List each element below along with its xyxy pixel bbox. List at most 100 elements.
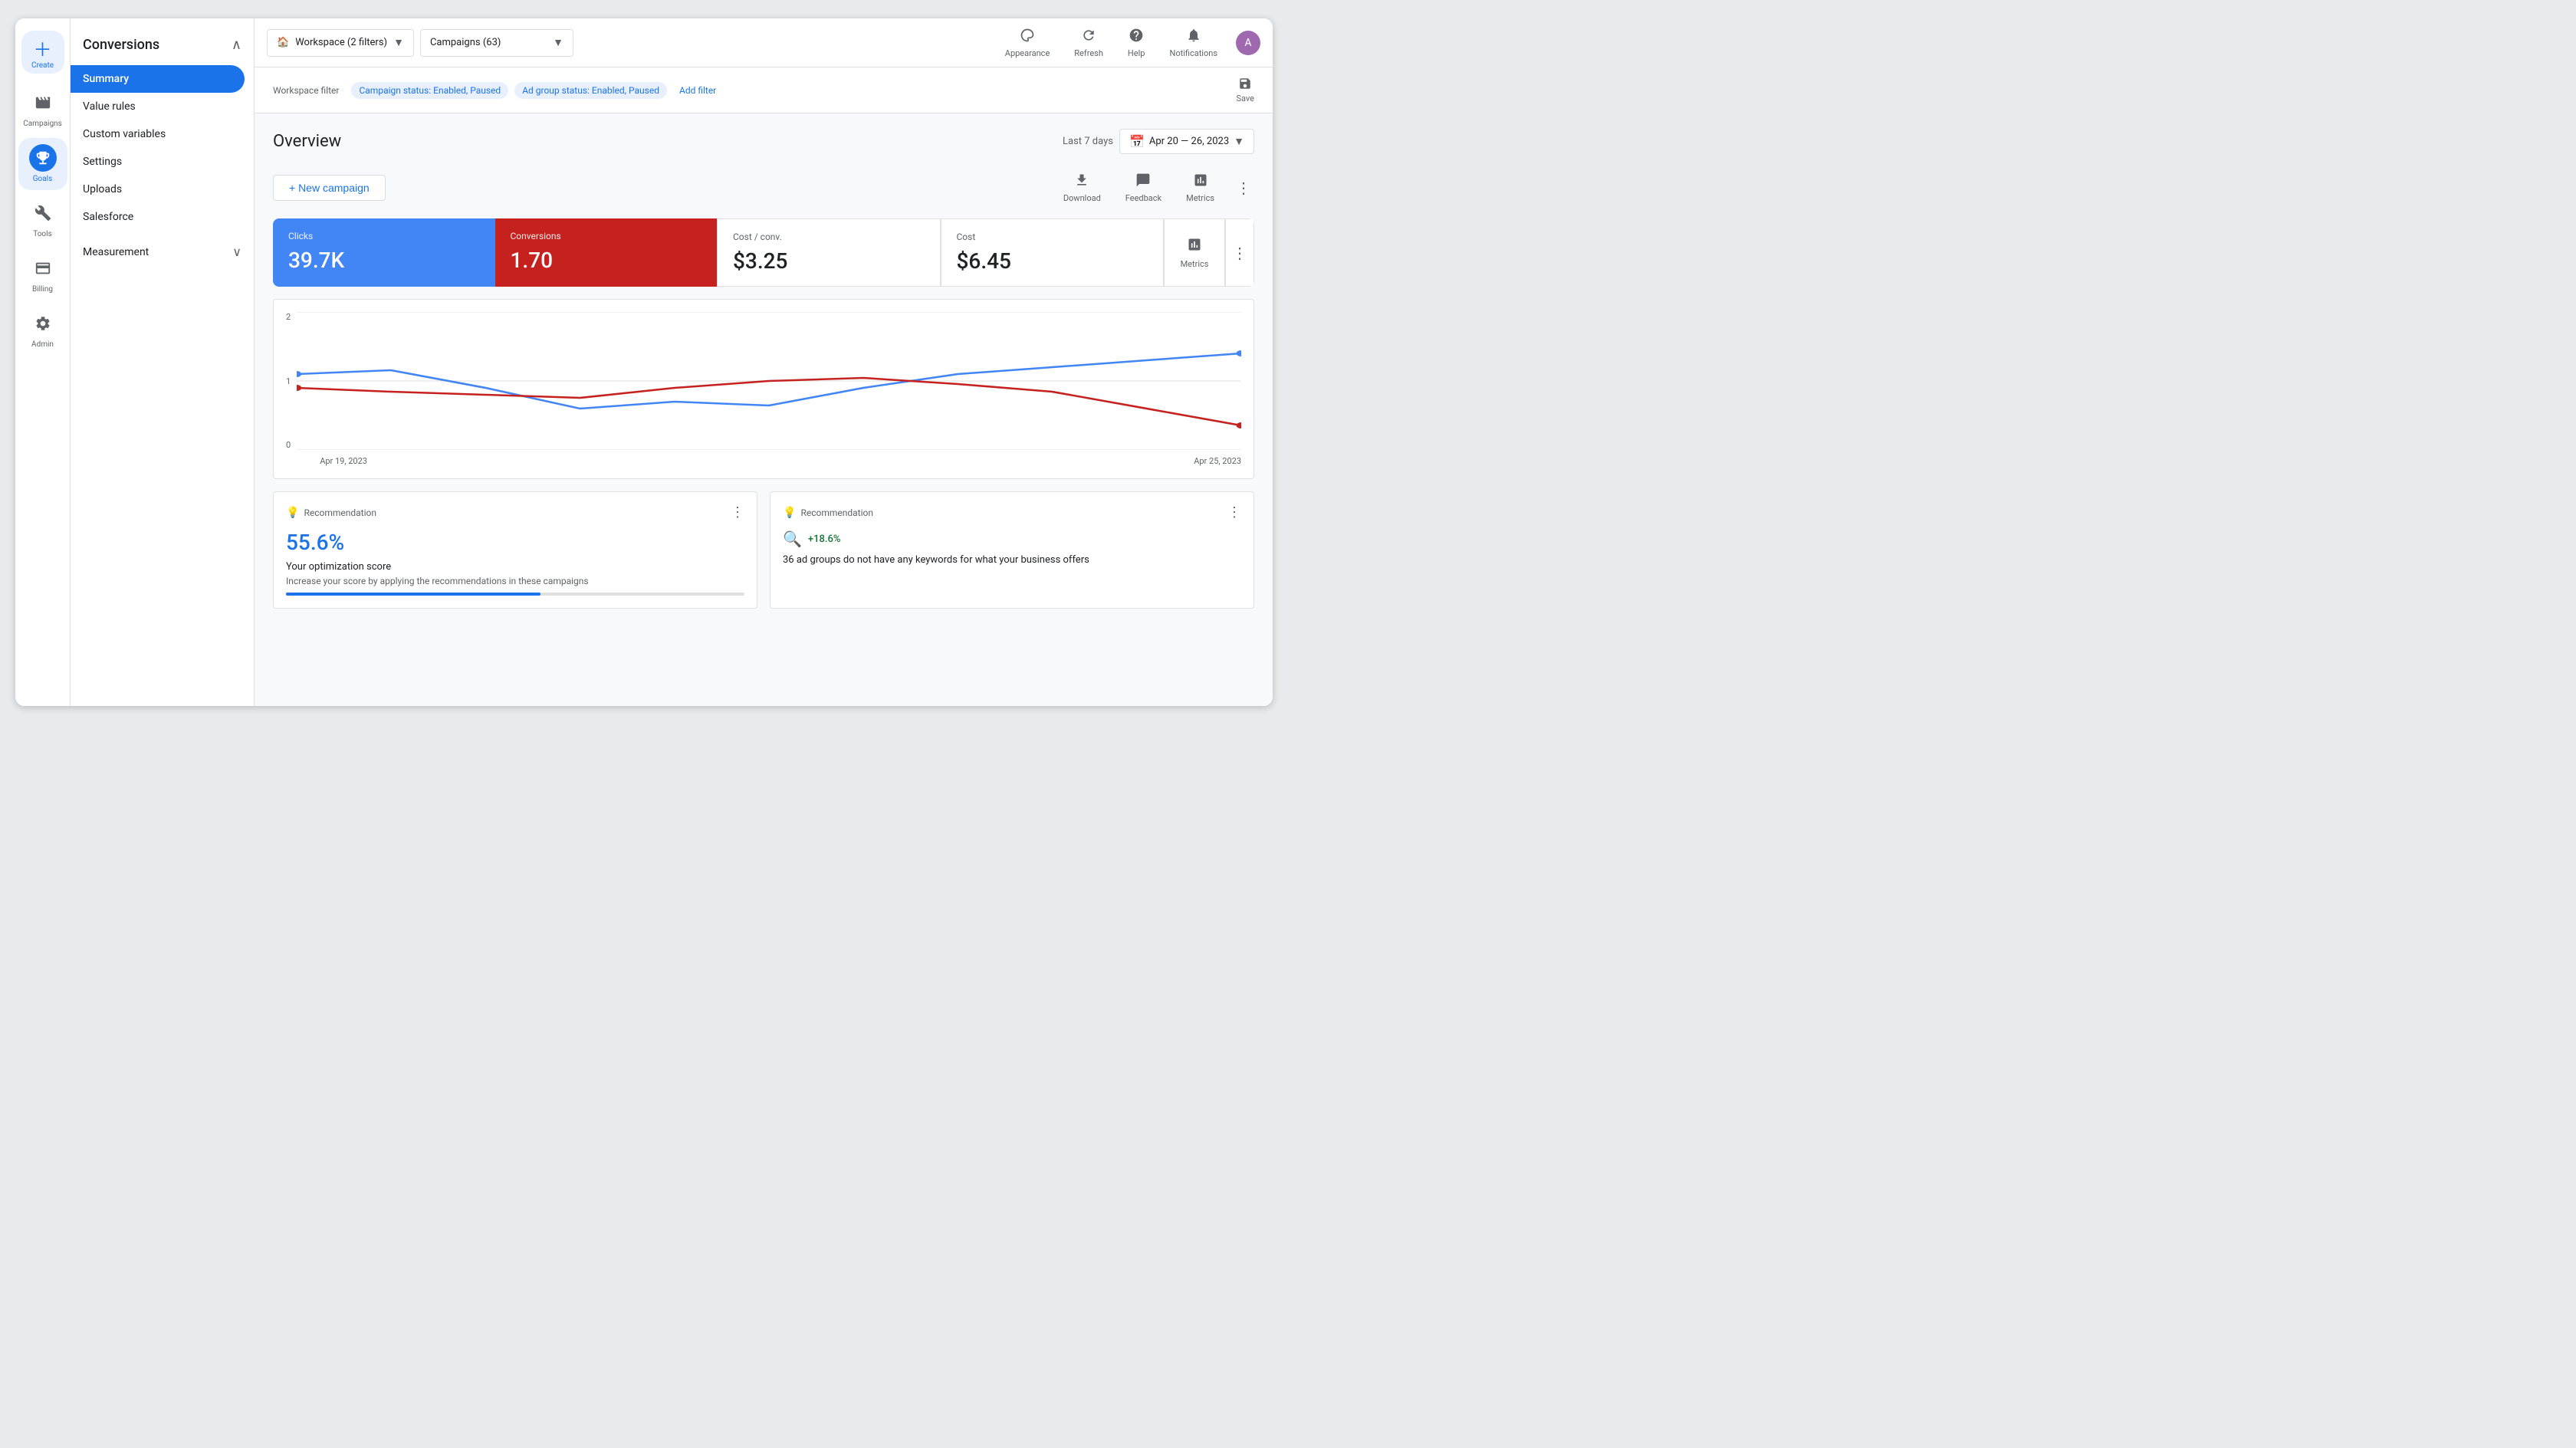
metrics-button[interactable]: Metrics bbox=[1180, 169, 1221, 206]
stat-card-cost-per-conv: Cost / conv. $3.25 bbox=[717, 218, 941, 287]
stat-card-cost: Cost $6.45 bbox=[941, 218, 1165, 287]
admin-label: Admin bbox=[31, 340, 54, 350]
campaigns-select-label: Campaigns (63) bbox=[430, 37, 501, 48]
goals-icon bbox=[29, 144, 57, 172]
main-content: 🏠 Workspace (2 filters) ▼ Campaigns (63)… bbox=[255, 18, 1273, 706]
flyout-panel: Conversions ∧ Summary Value rules Custom… bbox=[71, 18, 255, 706]
rec-title-2: Recommendation bbox=[800, 507, 873, 518]
campaign-status-filter[interactable]: Campaign status: Enabled, Paused bbox=[351, 82, 508, 99]
help-button[interactable]: Help bbox=[1122, 25, 1152, 61]
workspace-filter-label[interactable]: Workspace filter bbox=[267, 82, 345, 99]
sidebar-item-goals[interactable]: Goals bbox=[18, 138, 67, 190]
action-right: Download Feedback bbox=[1057, 169, 1254, 206]
appearance-label: Appearance bbox=[1005, 48, 1050, 58]
conversions-value: 1.70 bbox=[511, 248, 702, 273]
sidebar-item-billing[interactable]: Billing bbox=[18, 248, 67, 300]
metrics-label: Metrics bbox=[1186, 193, 1214, 203]
plus-icon: ＋ bbox=[34, 34, 52, 61]
rec-header-keywords: 💡 Recommendation ⋮ bbox=[783, 504, 1241, 520]
save-icon bbox=[1238, 77, 1252, 94]
notifications-button[interactable]: Notifications bbox=[1163, 25, 1224, 61]
rec-sub-1: Increase your score by applying the reco… bbox=[286, 576, 744, 586]
rec-description-1: Your optimization score bbox=[286, 561, 744, 573]
rec-score: 55.6% bbox=[286, 530, 744, 555]
x-label-start: Apr 19, 2023 bbox=[320, 456, 367, 466]
date-picker-button[interactable]: 📅 Apr 20 — 26, 2023 ▼ bbox=[1119, 129, 1254, 154]
progress-bar-fill bbox=[286, 593, 540, 596]
rec-card-optimization: 💡 Recommendation ⋮ 55.6% Your optimizati… bbox=[273, 491, 757, 609]
date-chevron-icon: ▼ bbox=[1234, 135, 1244, 148]
chart-svg bbox=[297, 312, 1241, 450]
workspace-icon: 🏠 bbox=[277, 37, 289, 48]
flyout-item-value-rules[interactable]: Value rules bbox=[71, 93, 245, 120]
stat-card-conversions: Conversions 1.70 bbox=[495, 218, 718, 287]
goals-label: Goals bbox=[33, 175, 53, 184]
cost-per-conv-value: $3.25 bbox=[733, 248, 925, 274]
measurement-chevron-icon: ∨ bbox=[232, 245, 242, 259]
appearance-icon bbox=[1020, 28, 1035, 47]
refresh-button[interactable]: Refresh bbox=[1068, 25, 1109, 61]
feedback-button[interactable]: Feedback bbox=[1119, 169, 1168, 206]
rec-title-row-2: 💡 Recommendation bbox=[783, 507, 873, 519]
campaigns-dropdown[interactable]: Campaigns (63) ▼ bbox=[420, 29, 573, 57]
ad-group-status-filter[interactable]: Ad group status: Enabled, Paused bbox=[514, 82, 667, 99]
x-label-end: Apr 25, 2023 bbox=[1194, 456, 1241, 466]
y-label-0: 0 bbox=[286, 440, 291, 450]
sidebar-item-admin[interactable]: Admin bbox=[18, 304, 67, 356]
content-area: Overview Last 7 days 📅 Apr 20 — 26, 2023… bbox=[255, 113, 1273, 706]
column-more-options[interactable]: ⋮ bbox=[1225, 218, 1254, 287]
create-label: Create bbox=[31, 61, 54, 70]
sidebar-item-campaigns[interactable]: Campaigns bbox=[18, 83, 67, 135]
user-avatar[interactable]: A bbox=[1236, 31, 1260, 55]
add-filter-button[interactable]: Add filter bbox=[673, 82, 722, 99]
bar-chart-icon bbox=[1187, 237, 1202, 256]
metrics-column-button[interactable]: Metrics bbox=[1164, 218, 1225, 287]
action-bar: + New campaign Download bbox=[273, 169, 1254, 206]
recommendation-icon-2: 💡 bbox=[783, 507, 796, 519]
date-range-label: Last 7 days bbox=[1063, 136, 1113, 147]
chart-area: 2 1 0 bbox=[273, 299, 1254, 479]
cost-label: Cost bbox=[957, 231, 1148, 242]
campaign-status-label: Campaign status: Enabled, Paused bbox=[359, 85, 501, 96]
appearance-button[interactable]: Appearance bbox=[999, 25, 1056, 61]
flyout-header: Conversions ∧ bbox=[71, 31, 254, 65]
flyout-measurement-section[interactable]: Measurement ∨ bbox=[71, 237, 254, 267]
top-bar-icons: Appearance Refresh bbox=[999, 25, 1260, 61]
column-more-icon: ⋮ bbox=[1232, 244, 1247, 262]
download-label: Download bbox=[1063, 193, 1101, 203]
more-options-icon[interactable]: ⋮ bbox=[1233, 176, 1254, 200]
campaigns-icon bbox=[29, 89, 57, 117]
filter-bar: Workspace filter Campaign status: Enable… bbox=[255, 67, 1273, 113]
date-value: Apr 20 — 26, 2023 bbox=[1149, 136, 1229, 147]
recommendation-icon-1: 💡 bbox=[286, 507, 299, 519]
download-button[interactable]: Download bbox=[1057, 169, 1107, 206]
flyout-close-icon[interactable]: ∧ bbox=[232, 37, 242, 53]
refresh-icon bbox=[1081, 28, 1096, 47]
metrics-icon bbox=[1193, 172, 1208, 192]
workspace-filter-dropdown[interactable]: 🏠 Workspace (2 filters) ▼ bbox=[267, 29, 414, 57]
flyout-item-settings[interactable]: Settings bbox=[71, 148, 245, 176]
save-button[interactable]: Save bbox=[1230, 74, 1260, 107]
campaigns-label: Campaigns bbox=[23, 120, 62, 129]
new-campaign-label: + New campaign bbox=[289, 182, 370, 194]
flyout-item-summary[interactable]: Summary bbox=[71, 65, 245, 93]
sidebar-item-tools[interactable]: Tools bbox=[18, 193, 67, 245]
new-campaign-button[interactable]: + New campaign bbox=[273, 175, 386, 201]
rec-more-icon-2[interactable]: ⋮ bbox=[1227, 504, 1241, 520]
measurement-label: Measurement bbox=[83, 246, 149, 258]
rec-title-1: Recommendation bbox=[304, 507, 376, 518]
search-keyword-icon: 🔍 bbox=[783, 530, 802, 548]
stats-row: Clicks 39.7K Conversions 1.70 Cost / con… bbox=[273, 218, 1254, 287]
overview-header: Overview Last 7 days 📅 Apr 20 — 26, 2023… bbox=[273, 129, 1254, 154]
flyout-item-uploads[interactable]: Uploads bbox=[71, 176, 245, 203]
feedback-icon bbox=[1135, 172, 1151, 192]
y-label-2: 2 bbox=[286, 312, 291, 322]
flyout-item-custom-variables[interactable]: Custom variables bbox=[71, 120, 245, 148]
billing-icon bbox=[29, 254, 57, 282]
billing-label: Billing bbox=[32, 285, 53, 294]
rec-more-icon-1[interactable]: ⋮ bbox=[731, 504, 744, 520]
rec-description-2: 36 ad groups do not have any keywords fo… bbox=[783, 554, 1241, 566]
top-bar: 🏠 Workspace (2 filters) ▼ Campaigns (63)… bbox=[255, 18, 1273, 67]
create-button[interactable]: ＋ Create bbox=[21, 31, 64, 74]
flyout-item-salesforce[interactable]: Salesforce bbox=[71, 203, 245, 231]
